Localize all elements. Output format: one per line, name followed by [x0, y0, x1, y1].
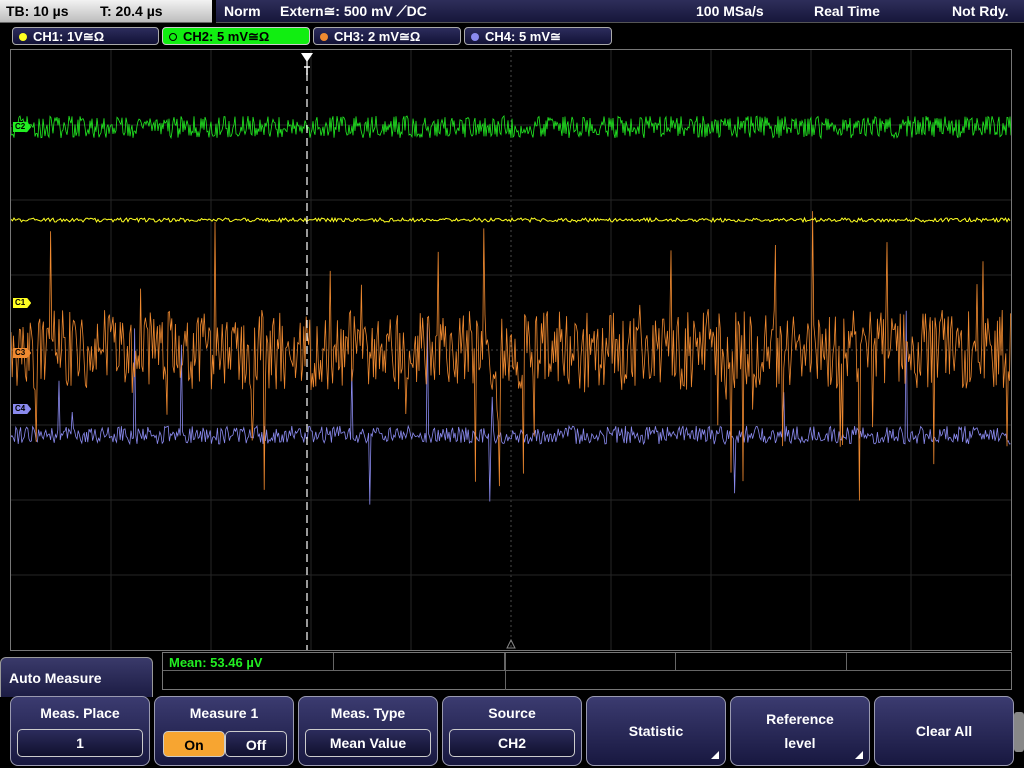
- source-softkey[interactable]: Source CH2: [442, 696, 582, 766]
- result-cell: [847, 653, 1012, 671]
- channel-tab-ch3[interactable]: CH3: 2 mV≅Ω: [313, 27, 461, 45]
- ch1-color-dot: [19, 33, 27, 41]
- measurement-result-panel: Mean: 53.46 µV: [162, 652, 1012, 690]
- statistic-label: Statistic: [628, 723, 684, 739]
- channel-tab-label: CH3: 2 mV≅Ω: [334, 29, 421, 44]
- source-value[interactable]: CH2: [449, 729, 575, 757]
- waveform-canvas: [11, 50, 1011, 650]
- source-label: Source: [488, 705, 536, 721]
- trigger-time-readout: T: 20.4 µs: [100, 3, 163, 19]
- meas-place-value[interactable]: 1: [17, 729, 143, 757]
- ch3-color-dot: [320, 33, 328, 41]
- sample-rate: 100 MSa/s: [696, 3, 764, 19]
- timebase-box[interactable]: TB: 10 µs T: 20.4 µs: [0, 0, 212, 23]
- channel-tab-label: CH2: 5 mV≅Ω: [183, 29, 270, 44]
- channel-tab-ch1[interactable]: CH1: 1V≅Ω: [12, 27, 159, 45]
- meas-place-softkey[interactable]: Meas. Place 1: [10, 696, 150, 766]
- measure-on-button[interactable]: On: [163, 731, 225, 757]
- mean-value-readout: Mean: 53.46 µV: [169, 655, 263, 670]
- channel-tab-ch4[interactable]: CH4: 5 mV≅: [464, 27, 612, 45]
- trigger-source: Extern≅: 500 mV ⟋DC: [280, 3, 427, 19]
- meas-place-label: Meas. Place: [40, 705, 120, 721]
- result-cell: [505, 653, 676, 671]
- trigger-mode: Norm: [224, 3, 261, 19]
- ch4-color-dot: [471, 33, 479, 41]
- result-divider: [505, 653, 506, 690]
- statistic-softkey[interactable]: Statistic: [586, 696, 726, 766]
- result-cell: [676, 653, 847, 671]
- ready-state: Not Rdy.: [952, 3, 1009, 19]
- measure-1-label: Measure 1: [189, 705, 259, 721]
- submenu-arrow-icon: [711, 751, 719, 759]
- meas-type-label: Meas. Type: [330, 705, 406, 721]
- menu-scroll-handle[interactable]: [1014, 712, 1024, 752]
- reference-level-softkey[interactable]: Reference level: [730, 696, 870, 766]
- result-cell: [334, 653, 505, 671]
- reference-level-label-line2: level: [784, 735, 816, 751]
- channel-tab-label: CH1: 1V≅Ω: [33, 29, 105, 44]
- waveform-display[interactable]: C2 C1 C3 C4: [10, 49, 1012, 651]
- acquisition-strip: Norm Extern≅: 500 mV ⟋DC 100 MSa/s Real …: [216, 0, 1024, 23]
- acquisition-mode: Real Time: [814, 3, 880, 19]
- channel-tab-label: CH4: 5 mV≅: [485, 29, 561, 44]
- menu-title: Auto Measure: [0, 657, 153, 697]
- graticule-grid: [11, 50, 1011, 650]
- clear-all-softkey[interactable]: Clear All: [874, 696, 1014, 766]
- measure-1-softkey[interactable]: Measure 1 On Off: [154, 696, 294, 766]
- measure-off-button[interactable]: Off: [225, 731, 287, 757]
- ch2-color-dot: [169, 33, 177, 41]
- submenu-arrow-icon: [855, 751, 863, 759]
- timebase-readout: TB: 10 µs: [6, 3, 69, 19]
- status-bar: TB: 10 µs T: 20.4 µs Norm Extern≅: 500 m…: [0, 0, 1024, 24]
- channel-tab-ch2[interactable]: CH2: 5 mV≅Ω: [162, 27, 310, 45]
- meas-type-value[interactable]: Mean Value: [305, 729, 431, 757]
- reference-level-label-line1: Reference: [766, 711, 834, 727]
- meas-type-softkey[interactable]: Meas. Type Mean Value: [298, 696, 438, 766]
- clear-all-label: Clear All: [915, 723, 973, 739]
